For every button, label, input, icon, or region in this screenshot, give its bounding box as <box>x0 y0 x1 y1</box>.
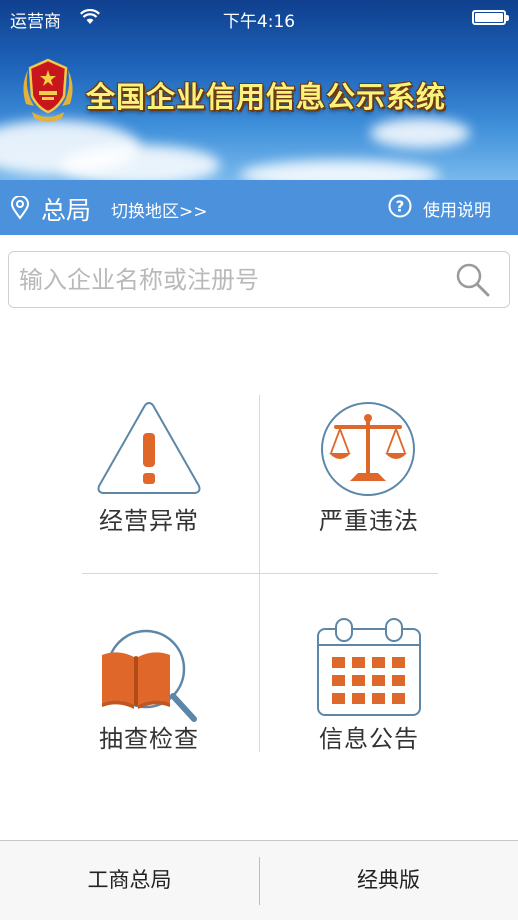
cloud-decoration <box>60 145 220 180</box>
book-magnifier-icon <box>102 629 197 722</box>
app-title: 全国企业信用信息公示系统 <box>86 80 447 114</box>
tile-business-anomaly[interactable]: 经营异常 <box>60 395 238 573</box>
tab-classic-version[interactable]: 经典版 <box>259 841 518 920</box>
tab-saic-headquarters[interactable]: 工商总局 <box>0 841 259 920</box>
status-bar: 运营商 下午4:16 <box>0 0 518 36</box>
tile-info-announcement[interactable]: 信息公告 <box>280 613 458 791</box>
current-region: 总局 <box>41 196 92 225</box>
scales-of-justice-icon <box>321 402 415 496</box>
tile-label: 抽查检查 <box>99 725 199 753</box>
app-header-banner: 运营商 下午4:16 全国企业信用信息公示系统 <box>0 0 518 180</box>
location-bar: 总局 切换地区>> ? 使用说明 <box>0 180 518 235</box>
help-circle-icon[interactable]: ? <box>388 194 412 218</box>
tile-label: 经营异常 <box>99 507 199 535</box>
switch-region-link[interactable]: 切换地区>> <box>111 197 208 222</box>
battery-icon <box>472 10 509 25</box>
usage-instructions-link[interactable]: 使用说明 <box>423 196 491 221</box>
bottom-tab-bar: 工商总局 经典版 <box>0 840 518 920</box>
clock: 下午4:16 <box>222 12 296 32</box>
search-input[interactable] <box>19 252 449 307</box>
cloud-decoration <box>370 118 470 148</box>
cloud-decoration <box>240 160 440 180</box>
svg-text:?: ? <box>396 198 405 216</box>
tile-label: 严重违法 <box>319 507 419 535</box>
search-icon[interactable] <box>453 260 493 300</box>
search-box <box>8 251 510 308</box>
location-pin-icon <box>10 196 30 220</box>
tile-random-inspection[interactable]: 抽查检查 <box>60 613 238 791</box>
tile-serious-violation[interactable]: 严重违法 <box>280 395 458 573</box>
grid-divider-horizontal <box>82 573 438 574</box>
calendar-icon <box>317 618 421 716</box>
national-emblem-icon <box>23 58 73 122</box>
warning-triangle-icon <box>97 401 201 494</box>
tile-label: 信息公告 <box>319 725 419 753</box>
